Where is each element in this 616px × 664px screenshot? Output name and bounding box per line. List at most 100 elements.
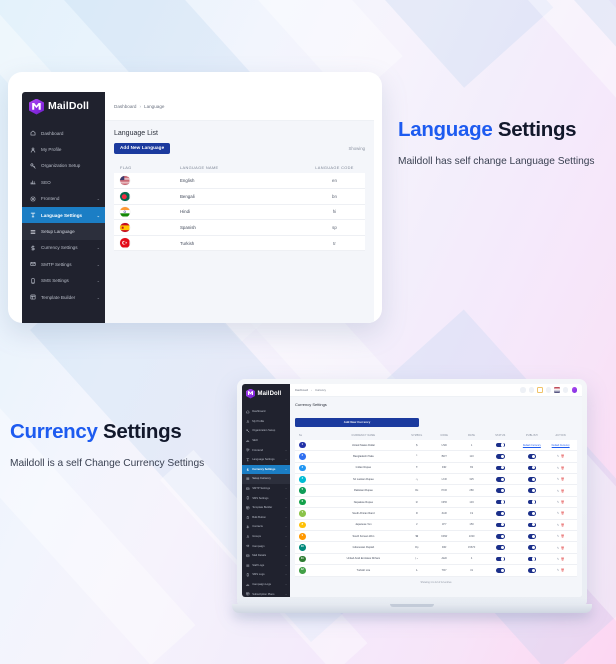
sidebar-item-groups[interactable]: Groups ⌄ [242, 532, 290, 542]
sidebar-item-sms-settings[interactable]: SMS Settings ⌄ [22, 273, 105, 289]
delete-icon[interactable]: 🗑 [561, 546, 565, 550]
delete-icon[interactable]: 🗑 [561, 568, 565, 572]
flag-us-icon[interactable] [554, 387, 560, 393]
publish-toggle[interactable] [527, 556, 537, 562]
edit-icon[interactable]: ✎ [557, 489, 560, 493]
publish-toggle[interactable] [527, 476, 537, 482]
sidebar-item-sms-settings[interactable]: SMS Settings ⌄ [242, 493, 290, 503]
status-toggle[interactable] [496, 545, 505, 550]
status-toggle[interactable] [496, 488, 505, 493]
add-new-currency-button[interactable]: Add New Currency [295, 418, 420, 428]
publish-toggle[interactable] [527, 511, 537, 516]
sidebar-item-dashboard[interactable]: Dashboard [242, 407, 290, 417]
sidebar-item-template-builder[interactable]: Template Builder ⌄ [22, 289, 105, 305]
sidebar-item-dashboard[interactable]: Dashboard [22, 125, 105, 141]
edit-icon[interactable]: ✎ [557, 500, 560, 504]
publish-toggle[interactable] [527, 499, 537, 505]
delete-icon[interactable]: 🗑 [561, 534, 565, 538]
edit-icon[interactable]: ✎ [557, 557, 560, 561]
add-new-language-button[interactable]: Add New Language [114, 143, 171, 155]
brand-logo[interactable]: MailDoll [242, 384, 290, 403]
sidebar-item-smtp-settings[interactable]: SMTP Settings ⌄ [22, 256, 105, 272]
status-toggle[interactable] [496, 511, 505, 516]
table-row[interactable]: 1 United States Dollar $ USD 1 Default Curren… [295, 439, 577, 452]
status-toggle[interactable] [496, 442, 505, 448]
sidebar-item-currency-settings[interactable]: Currency Settings ⌄ [22, 240, 105, 256]
table-row[interactable]: 4 Sri Lankan Rupee රු LKR 325 ✎🗑 [295, 474, 577, 486]
breadcrumb-root[interactable]: Dashboard [295, 389, 308, 392]
sidebar-item-my-profile[interactable]: My Profile [242, 417, 290, 427]
sidebar-item-contacts[interactable]: Contacts ⌄ [242, 522, 290, 532]
table-row[interactable]: 9 South Korean Won ₩ KRW 1330 ✎🗑 [295, 531, 577, 543]
publish-toggle[interactable] [527, 522, 537, 528]
sidebar-item-campaign-logs[interactable]: Campaign Logs ⌄ [242, 580, 290, 590]
status-toggle[interactable] [496, 533, 505, 539]
sidebar-item-sms-logs[interactable]: SMS Logs ⌄ [242, 570, 290, 580]
sidebar-item-campaign[interactable]: Campaign ⌄ [242, 541, 290, 551]
table-row[interactable]: 5 Pakistani Rupee ₨ PKR 280 ✎🗑 [295, 485, 577, 497]
sidebar-item-currency-settings[interactable]: Currency Settings ⌄ [242, 464, 290, 475]
status-toggle[interactable] [496, 476, 505, 482]
status-toggle[interactable] [496, 568, 505, 573]
status-toggle[interactable] [496, 522, 505, 528]
default-currency-link[interactable]: Default Currency [523, 444, 541, 447]
status-toggle[interactable] [496, 556, 505, 562]
sidebar-item-organization-setup[interactable]: Organization Setup [242, 426, 290, 436]
table-row[interactable]: 12 Turkish Lira ₺ TRY 31 ✎🗑 [295, 565, 577, 577]
delete-icon[interactable]: 🗑 [561, 454, 565, 458]
grid-icon[interactable] [545, 387, 552, 393]
sidebar-item-language-settings[interactable]: Language Settings ⌄ [22, 206, 105, 224]
edit-icon[interactable]: ✎ [557, 511, 560, 515]
sidebar-item-organization-setup[interactable]: Organization Setup [22, 158, 105, 174]
sidebar-item-seo[interactable]: SEO [22, 174, 105, 190]
table-row[interactable]: English en [114, 173, 365, 189]
avatar[interactable] [571, 387, 577, 393]
default-currency-link[interactable]: Default Currency [552, 444, 570, 447]
table-row[interactable]: Spanish sp [114, 220, 365, 236]
table-row[interactable]: 3 Indian Rupee ₹ INR 83 ✎🗑 [295, 462, 577, 475]
sidebar-item-setup-currency[interactable]: Setup Currency [242, 474, 290, 484]
table-row[interactable]: 11 United Arab Emirates Dirham د.إ AED 4 ✎🗑 [295, 553, 577, 566]
delete-icon[interactable]: 🗑 [561, 511, 565, 515]
edit-icon[interactable]: ✎ [557, 534, 560, 538]
delete-icon[interactable]: 🗑 [561, 489, 565, 493]
publish-toggle[interactable] [527, 568, 537, 573]
edit-icon[interactable]: ✎ [557, 568, 560, 572]
publish-toggle[interactable] [527, 533, 537, 539]
table-row[interactable]: 6 Nepalese Rupee रू NPR 133 ✎🗑 [295, 496, 577, 509]
sidebar-item-frontend[interactable]: Frontend ⌄ [242, 445, 290, 455]
sidebar-item-setup-language[interactable]: Setup Language [22, 223, 105, 240]
expand-icon[interactable] [537, 387, 543, 393]
table-row[interactable]: Turkish tr [114, 235, 365, 252]
status-toggle[interactable] [496, 499, 505, 505]
sidebar-item-my-profile[interactable]: My Profile [22, 141, 105, 157]
plus-icon[interactable] [520, 387, 526, 393]
breadcrumb-root[interactable]: Dashboard [114, 104, 136, 109]
table-row[interactable]: 2 Bangladeshi Taka ৳ BDT 110 ✎🗑 [295, 451, 577, 463]
status-toggle[interactable] [496, 465, 505, 471]
publish-toggle[interactable] [527, 465, 537, 471]
delete-icon[interactable]: 🗑 [561, 557, 565, 561]
edit-icon[interactable]: ✎ [557, 546, 560, 550]
edit-icon[interactable]: ✎ [557, 454, 560, 458]
status-toggle[interactable] [496, 454, 505, 459]
sidebar-item-bulk-button[interactable]: Bulk Button ⌄ [242, 513, 290, 523]
delete-icon[interactable]: 🗑 [561, 477, 565, 481]
publish-toggle[interactable] [527, 488, 537, 493]
table-row[interactable]: Bengali bn [114, 188, 365, 205]
minus-icon[interactable] [528, 387, 535, 393]
bell-icon[interactable] [563, 387, 569, 393]
sidebar-item-seo[interactable]: SEO [242, 436, 290, 446]
edit-icon[interactable]: ✎ [557, 466, 560, 470]
sidebar-item-mail-details[interactable]: Mail Details ⌄ [242, 551, 290, 561]
delete-icon[interactable]: 🗑 [561, 523, 565, 527]
sidebar-item-template-builder[interactable]: Template Builder ⌄ [242, 503, 290, 513]
brand-logo[interactable]: MailDoll [22, 92, 105, 121]
sidebar-item-smtp-settings[interactable]: SMTP Settings ⌄ [242, 484, 290, 494]
edit-icon[interactable]: ✎ [557, 477, 560, 481]
delete-icon[interactable]: 🗑 [561, 466, 565, 470]
table-row[interactable]: Hindi hi [114, 204, 365, 221]
sidebar-item-language-settings[interactable]: Language Settings ⌄ [242, 455, 290, 465]
publish-toggle[interactable] [527, 545, 537, 550]
delete-icon[interactable]: 🗑 [561, 500, 565, 504]
